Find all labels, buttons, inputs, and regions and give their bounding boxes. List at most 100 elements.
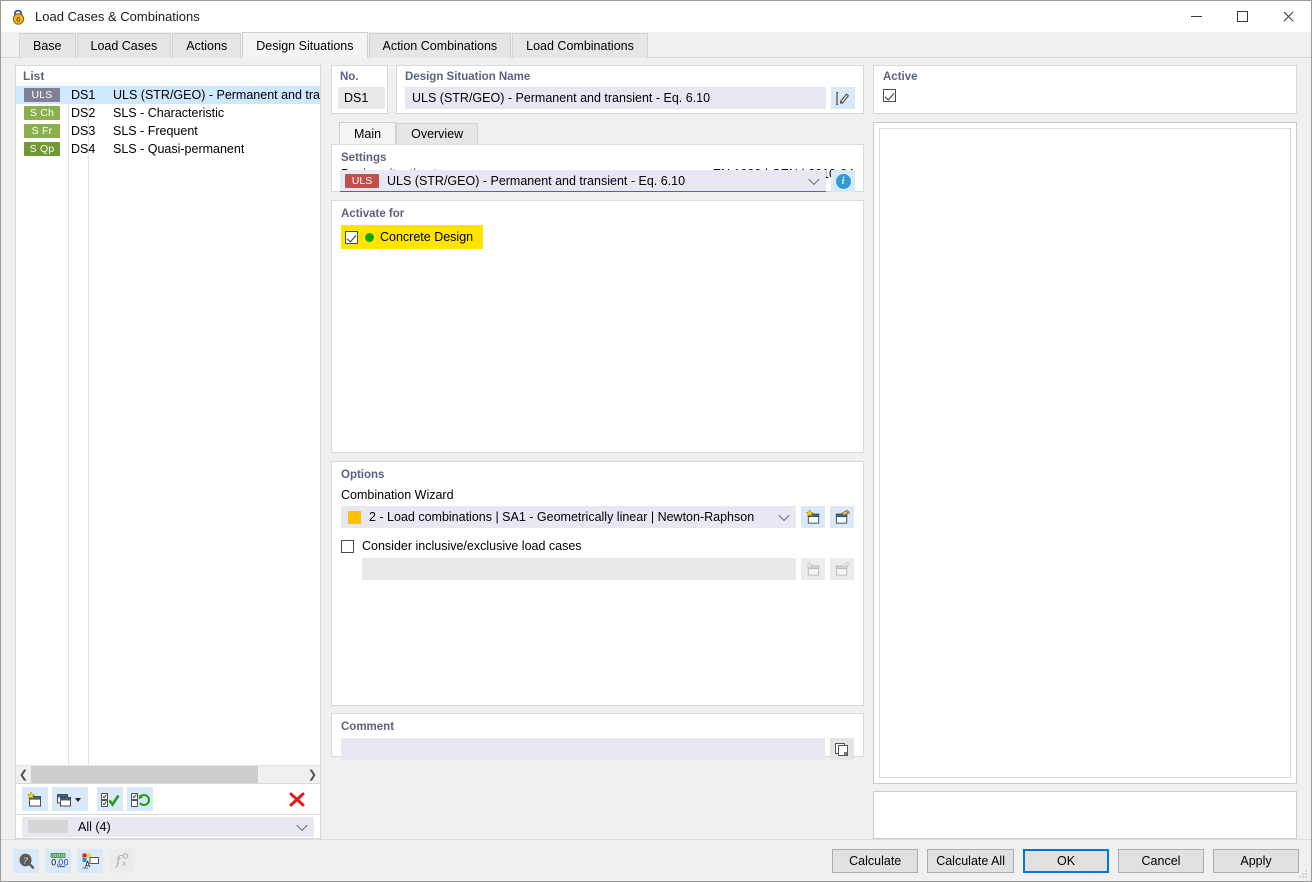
design-situation-type-combo[interactable]: ULS ULS (STR/GEO) - Permanent and transi…: [340, 170, 826, 192]
minimize-icon: [1190, 16, 1202, 17]
title-bar: 6 Load Cases & Combinations: [1, 1, 1311, 32]
no-field-box: No. DS1: [331, 65, 388, 114]
concrete-design-label: Concrete Design: [380, 230, 474, 244]
tab-overview[interactable]: Overview: [396, 123, 479, 144]
cancel-button[interactable]: Cancel: [1118, 848, 1204, 873]
detail-tab-bar: Main Overview: [331, 122, 864, 144]
duplicate-button[interactable]: [52, 787, 88, 811]
list-body: ULS DS1 ULS (STR/GEO) - Permanent and tr…: [16, 86, 320, 765]
list-toolbar: [15, 784, 321, 815]
dialog-footer: ? 0, 00 A f x Calculate Calculate All OK…: [1, 839, 1311, 881]
edit-wizard-button[interactable]: [830, 506, 854, 528]
filter-swatch: [28, 820, 68, 833]
list-item[interactable]: S Ch DS2 SLS - Characteristic: [16, 104, 320, 122]
calculate-all-button[interactable]: Calculate All: [927, 848, 1014, 873]
list-item-name: SLS - Frequent: [113, 124, 198, 138]
tab-base[interactable]: Base: [19, 33, 76, 58]
name-field-box: Design Situation Name ULS (STR/GEO) - Pe…: [396, 65, 864, 114]
maximize-icon: [1236, 11, 1248, 22]
tab-design-situations[interactable]: Design Situations: [242, 32, 368, 58]
new-item-button[interactable]: [22, 787, 48, 811]
inclusive-exclusive-field: [362, 558, 796, 580]
svg-text:6: 6: [16, 16, 21, 24]
chevron-right-icon[interactable]: ❯: [305, 766, 320, 783]
resize-grip[interactable]: [1298, 869, 1308, 879]
options-label: Options: [341, 469, 385, 481]
numeric-tool-button[interactable]: 0, 00: [45, 848, 71, 873]
design-situations-list: List ULS DS1 ULS (STR/GEO) - Permanent a…: [15, 65, 321, 784]
window-title: Load Cases & Combinations: [35, 9, 200, 24]
list-item-no: DS4: [71, 142, 96, 156]
preview-column: Active: [873, 65, 1297, 839]
active-label: Active: [883, 71, 918, 83]
inclusive-exclusive-label: Consider inclusive/exclusive load cases: [362, 539, 582, 553]
situation-header-row: No. DS1 Design Situation Name ULS (STR/G…: [331, 65, 864, 114]
concrete-design-checkbox[interactable]: [345, 230, 358, 244]
apply-button[interactable]: Apply: [1213, 848, 1299, 873]
new-wizard-button[interactable]: [801, 506, 825, 528]
list-item-badge: S Ch: [24, 106, 60, 120]
no-value: DS1: [338, 87, 385, 109]
no-label: No.: [340, 71, 359, 83]
tab-actions[interactable]: Actions: [172, 33, 242, 58]
delete-button[interactable]: [284, 787, 310, 811]
info-tool-button[interactable]: ?: [13, 848, 39, 873]
detail-column: No. DS1 Design Situation Name ULS (STR/G…: [331, 65, 864, 839]
list-filter-value: All (4): [78, 819, 111, 834]
chevron-down-icon: [296, 819, 308, 831]
list-column: List ULS DS1 ULS (STR/GEO) - Permanent a…: [15, 65, 321, 839]
active-checkbox[interactable]: [883, 89, 896, 102]
calculate-button[interactable]: Calculate: [832, 848, 919, 873]
chevron-left-icon[interactable]: ❮: [16, 766, 31, 783]
list-item[interactable]: S Qp DS4 SLS - Quasi-permanent: [16, 140, 320, 158]
activate-for-label: Activate for: [341, 208, 405, 220]
scrollbar-track[interactable]: [31, 766, 305, 783]
list-item[interactable]: S Fr DS3 SLS - Frequent: [16, 122, 320, 140]
tab-action-combinations[interactable]: Action Combinations: [368, 33, 512, 58]
combination-wizard-label: Combination Wizard: [341, 488, 454, 502]
comment-label: Comment: [341, 721, 395, 733]
list-column-divider-2: [88, 86, 89, 765]
combination-wizard-combo[interactable]: 2 - Load combinations | SA1 - Geometrica…: [341, 506, 796, 528]
chevron-down-icon: [808, 173, 820, 185]
tab-main[interactable]: Main: [339, 122, 397, 144]
list-column-divider-1: [68, 86, 69, 765]
tab-load-cases[interactable]: Load Cases: [76, 33, 172, 58]
invert-selection-button[interactable]: [127, 787, 153, 811]
activate-for-item[interactable]: Concrete Design: [341, 225, 484, 249]
list-item-badge: S Qp: [24, 142, 60, 156]
wizard-color-swatch: [348, 510, 361, 524]
preview-canvas[interactable]: [879, 128, 1291, 778]
design-situation-name-input[interactable]: ULS (STR/GEO) - Permanent and transient …: [405, 87, 826, 109]
type-badge: ULS: [345, 173, 379, 188]
list-filter-combo[interactable]: All (4): [22, 816, 314, 837]
design-situation-type-value: ULS (STR/GEO) - Permanent and transient …: [387, 173, 686, 188]
ok-button[interactable]: OK: [1023, 848, 1109, 873]
active-panel: Active: [873, 65, 1297, 114]
minimize-button[interactable]: [1173, 1, 1219, 32]
chevron-down-icon: [778, 509, 790, 522]
list-item-no: DS2: [71, 106, 96, 120]
list-horizontal-scrollbar[interactable]: ❮ ❯: [16, 765, 320, 783]
maximize-button[interactable]: [1219, 1, 1265, 32]
dialog-content: List ULS DS1 ULS (STR/GEO) - Permanent a…: [1, 58, 1311, 839]
options-panel: Options Combination Wizard 2 - Load comb…: [331, 461, 864, 706]
select-all-button[interactable]: [97, 787, 123, 811]
tab-load-combinations[interactable]: Load Combinations: [512, 33, 648, 58]
scrollbar-thumb[interactable]: [31, 766, 259, 783]
list-item-badge: ULS: [24, 88, 60, 102]
inclusive-exclusive-checkbox[interactable]: [341, 539, 354, 553]
comment-copy-button[interactable]: [830, 738, 854, 760]
list-item[interactable]: ULS DS1 ULS (STR/GEO) - Permanent and tr…: [16, 86, 320, 104]
render-tool-button[interactable]: A: [77, 848, 103, 873]
list-item-no: DS3: [71, 124, 96, 138]
edit-name-button[interactable]: [831, 87, 855, 109]
close-button[interactable]: [1265, 1, 1311, 32]
dialog-window: 6 Load Cases & Combinations Base Load Ca…: [0, 0, 1312, 882]
info-button[interactable]: i: [831, 170, 855, 192]
list-filter-row: All (4): [15, 815, 321, 839]
load-cases-icon: 6: [9, 8, 27, 26]
comment-input[interactable]: [341, 738, 825, 760]
activate-for-panel: Activate for Concrete Design: [331, 200, 864, 453]
preview-area: [873, 122, 1297, 784]
